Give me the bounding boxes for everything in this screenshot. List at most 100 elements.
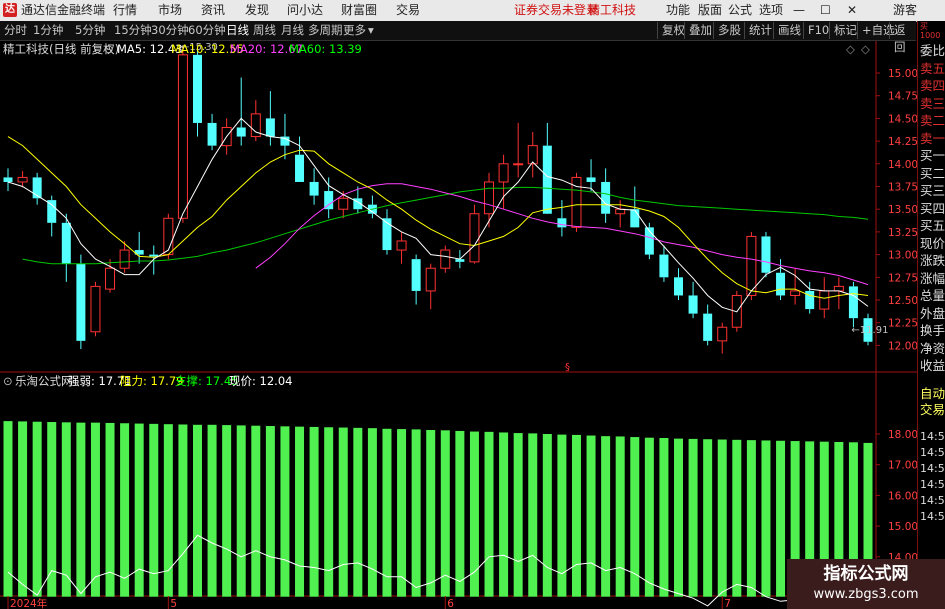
indicator-bar [295,426,305,597]
candle-body [76,263,86,341]
indicator-bar [149,423,159,597]
quote-label: 买一 [920,148,945,163]
indicator-bar [3,421,13,597]
quote-label: 卖三 [920,95,945,111]
quote-label: 涨跌 [920,253,945,268]
trade-label[interactable]: 交易 [920,402,945,418]
price-annotation: ←11.91 [851,325,888,336]
indicator-bar [674,438,684,597]
indicator-bar [601,436,611,597]
watermark-badge: 指标公式网 www.zbgs3.com [787,559,945,609]
candle-body [790,290,801,296]
candle-body [207,122,217,146]
candle-body [3,177,13,182]
indicator-bar [324,427,334,597]
menu-wealth[interactable]: 财富圈 [341,3,377,18]
quote-label: 涨幅 [920,270,945,286]
guest-label[interactable]: 游客 [893,3,917,18]
menu-formula[interactable]: 公式 [728,3,752,18]
close-icon[interactable]: ✕ [847,3,857,18]
indicator-bar [105,422,115,597]
menu-options[interactable]: 选项 [759,3,783,18]
candle-body [265,118,275,137]
indicator-bar [659,437,669,597]
minimize-icon[interactable]: — [793,3,805,18]
menu-trade[interactable]: 交易 [396,3,420,18]
indicator-collapse-icon[interactable]: ⊙ [3,375,13,388]
candle-body [630,209,640,228]
ma60-label: MA60: 13.39 [289,42,362,56]
app-logo: 达 [3,3,17,17]
indicator-bar [703,439,713,597]
candle-body [396,240,407,251]
candle-body [848,286,858,319]
indicator-bar [32,421,42,597]
candle-body [761,236,771,273]
indicator-bar [207,424,217,597]
expand-icon[interactable]: ◇ [861,43,870,56]
price-axis-label: 14.50 [888,113,917,125]
indicator-bar [586,435,596,597]
diamond-icon[interactable]: ◇ [846,43,855,56]
price-axis-label: 15.00 [888,68,917,80]
candle-body [17,176,28,183]
watermark-url: www.zbgs3.com [813,587,919,602]
candle-body [425,267,436,292]
menu-discover[interactable]: 发现 [245,3,269,18]
menu-functions[interactable]: 功能 [666,3,690,18]
indicator-bar [411,429,421,597]
candle-body [688,295,698,314]
ma5-line [7,117,869,313]
kline-pane: ←15.30←11.91§ [3,42,888,373]
collapse-icon[interactable]: ⊙ [104,43,114,56]
quote-label: 现价 [920,235,945,251]
indicator-bar [309,426,319,597]
candle-body [177,54,188,219]
maximize-icon[interactable]: ☐ [820,3,831,18]
candle-body [513,163,524,166]
menu-layout[interactable]: 版面 [698,3,722,18]
menu-stock-name: 精工科技 [588,3,637,17]
quote-label: 总量 [920,288,945,303]
menu-bar: 达 通达信金融终端 行情 市场 资讯 发现 问小达 财富圈 交易 证券交易未登录… [0,0,945,22]
date-label: 5 [170,598,177,609]
indicator-bar [120,423,130,597]
indicator-bar [178,424,188,597]
indicator-bar [280,426,290,597]
date-label: 7 [724,598,731,609]
candle-body [236,127,246,137]
quote-label: 净资 [920,340,945,356]
candle-body [659,254,669,278]
quote-buy-tiny: 买 1000 [920,22,941,40]
candle-body [149,254,159,257]
indicator-bar [61,422,71,597]
candle-body [527,145,538,165]
login-notice[interactable]: 证券交易未登录 [514,3,598,18]
candle-body [498,163,509,183]
price-axis-label: 14.25 [888,136,917,148]
indicator-axis-label: 17.00 [888,460,917,472]
trade-time: 14:56 [920,462,945,475]
chart-area[interactable]: ←15.30←11.91§ 15.0014.7514.5014.2514.001… [0,21,917,609]
trade-time: 14:56 [920,510,945,523]
candle-body [833,285,844,292]
price-axis-label: 13.75 [888,182,917,194]
indicator-bar [222,425,232,597]
auto-label[interactable]: 自动 [920,386,945,402]
candle-body [674,277,684,296]
price-axis-label: 13.25 [888,227,917,239]
indicator-bar [76,422,86,597]
candle-body [819,290,830,310]
menu-market[interactable]: 市场 [158,3,182,18]
menu-ask[interactable]: 问小达 [287,3,323,18]
indicator-axis-label: 15.00 [888,521,917,533]
menu-quotes[interactable]: 行情 [113,3,137,18]
menu-news[interactable]: 资讯 [201,3,225,18]
trade-time: 14:56 [920,446,945,459]
indicator-axis-label: 16.00 [888,490,917,502]
quote-label: 卖一 [920,130,945,146]
candle-body [542,145,552,214]
quote-label: 买二 [920,165,945,181]
quote-label: 买三 [920,183,945,198]
quote-label: 卖四 [920,78,945,93]
